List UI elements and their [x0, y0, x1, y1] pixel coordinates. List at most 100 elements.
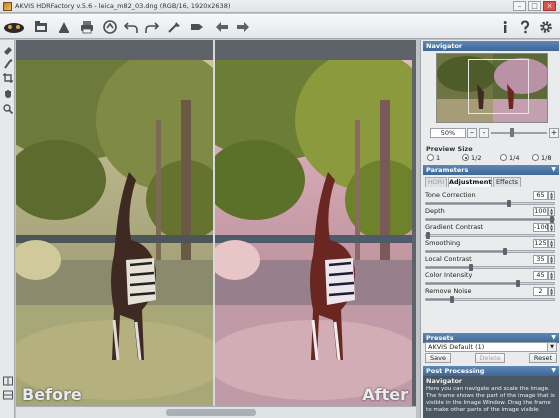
post-processing-title: Post Processing: [426, 367, 485, 375]
settings-icon[interactable]: [537, 18, 554, 35]
tab-adjustment[interactable]: Adjustment: [448, 177, 492, 187]
preset-reset-button[interactable]: Reset: [529, 353, 557, 363]
param-value-input[interactable]: -100: [533, 223, 549, 232]
zoom-out-button[interactable]: -: [479, 128, 489, 138]
zoom-slider[interactable]: [491, 132, 547, 134]
param-slider[interactable]: [425, 232, 555, 239]
hand-icon[interactable]: [1, 87, 14, 100]
param-spinner[interactable]: ▲ ▼: [548, 191, 555, 200]
image-window[interactable]: Before After: [16, 40, 416, 406]
param-slider-fill: [426, 203, 510, 204]
param-value-input[interactable]: 35: [533, 255, 548, 264]
tab-hdri[interactable]: HDRI: [425, 177, 447, 187]
param-spinner[interactable]: ▲ ▼: [548, 271, 555, 280]
info-icon[interactable]: [496, 18, 513, 35]
zoom-value[interactable]: 50%: [430, 128, 466, 138]
after-label: After: [362, 385, 408, 404]
param-label: Depth: [425, 207, 445, 215]
open-icon[interactable]: [32, 18, 49, 35]
param-slider[interactable]: [425, 296, 555, 303]
preset-selected: AKVIS Default (1): [428, 343, 485, 351]
param-slider[interactable]: [425, 248, 555, 255]
param-spinner[interactable]: ▲ ▼: [548, 255, 555, 264]
redo-icon[interactable]: [143, 18, 160, 35]
param-spinner[interactable]: ▲ ▼: [548, 207, 555, 216]
param-spinner[interactable]: ▲ ▼: [548, 287, 555, 296]
toolbar: [0, 14, 560, 39]
tab-effects[interactable]: Effects: [493, 177, 521, 187]
param-slider-knob[interactable]: [449, 296, 454, 303]
zoom-slider-thumb[interactable]: [510, 128, 515, 137]
app-logo-icon: [3, 18, 25, 35]
horizontal-scrollbar[interactable]: [16, 406, 416, 418]
preview-size-quarter-radio[interactable]: [500, 154, 507, 161]
navigator-header[interactable]: Navigator: [423, 41, 559, 51]
param-spinner[interactable]: ▲ ▼: [548, 223, 555, 232]
after-image: [215, 60, 412, 406]
scrollbar-thumb[interactable]: [166, 409, 256, 416]
preset-dropdown-icon[interactable]: ▼: [547, 343, 556, 351]
preview-size-1-radio[interactable]: [427, 154, 434, 161]
preview-size-half-radio[interactable]: [462, 154, 469, 161]
run-icon[interactable]: [166, 18, 183, 35]
close-button[interactable]: ×: [543, 1, 556, 11]
param-slider[interactable]: [425, 200, 555, 207]
param-slider-fill: [426, 299, 452, 300]
param-label: Remove Noise: [425, 287, 472, 295]
param-slider[interactable]: [425, 216, 555, 223]
help-icon[interactable]: [516, 18, 533, 35]
param-value-input[interactable]: 45: [533, 271, 548, 280]
preset-select[interactable]: AKVIS Default (1) ▼: [425, 342, 557, 352]
preview-size-quarter-label: 1/4: [509, 154, 520, 162]
post-processing-arrow-icon: ▼: [551, 367, 556, 374]
view-mode-icon[interactable]: [1, 374, 14, 387]
param-slider[interactable]: [425, 264, 555, 271]
post-processing-header[interactable]: Post Processing ▼: [423, 366, 559, 376]
param-slider-fill: [426, 219, 554, 220]
help-title: Navigator: [426, 377, 463, 385]
param-value-input[interactable]: 100: [533, 207, 548, 216]
help-box: Navigator Here you can navigate and scal…: [423, 376, 559, 418]
back-icon[interactable]: [213, 18, 230, 35]
navigator-frame[interactable]: [468, 59, 529, 114]
param-slider-knob[interactable]: [550, 216, 554, 223]
preview-size-1-label: 1: [436, 154, 441, 162]
forward-icon[interactable]: [234, 18, 251, 35]
param-slider[interactable]: [425, 280, 555, 287]
param-slider-knob[interactable]: [507, 200, 512, 207]
preset-delete-button[interactable]: Delete: [475, 353, 505, 363]
split-view-icon[interactable]: [1, 388, 14, 401]
preset-save-button[interactable]: Save: [425, 353, 451, 363]
param-spinner[interactable]: ▲ ▼: [548, 239, 555, 248]
parameter-tabs: HDRI Adjustment Effects: [425, 177, 557, 187]
param-value-input[interactable]: 65: [533, 191, 548, 200]
batch-icon[interactable]: [188, 18, 205, 35]
zoom-icon[interactable]: [1, 102, 14, 115]
param-slider-knob[interactable]: [503, 248, 508, 255]
zoom-dropdown[interactable]: –: [467, 128, 477, 138]
parameters-header[interactable]: Parameters ▼: [423, 165, 559, 175]
param-label: Gradient Contrast: [425, 223, 484, 231]
print-icon[interactable]: [78, 18, 95, 35]
param-slider-knob[interactable]: [516, 280, 521, 287]
brush-icon[interactable]: [1, 57, 14, 70]
minimize-button[interactable]: –: [513, 1, 526, 11]
collapse-arrow-icon: ▼: [551, 166, 556, 173]
undo-icon[interactable]: [122, 18, 139, 35]
navigator-title: Navigator: [426, 42, 463, 50]
preview-size-eighth-radio[interactable]: [532, 154, 539, 161]
eraser-icon[interactable]: [1, 43, 14, 56]
zoom-in-button[interactable]: +: [549, 128, 559, 138]
param-slider-knob[interactable]: [426, 232, 430, 239]
param-value-input[interactable]: 125: [533, 239, 548, 248]
param-label: Tone Correction: [425, 191, 476, 199]
split-divider[interactable]: [213, 40, 215, 406]
param-value-input[interactable]: 2: [533, 287, 548, 296]
param-slider-knob[interactable]: [468, 264, 473, 271]
crop-icon[interactable]: [1, 71, 14, 84]
navigator-preview[interactable]: [436, 53, 548, 123]
maximize-button[interactable]: □: [528, 1, 541, 11]
save-icon[interactable]: [55, 18, 72, 35]
share-icon[interactable]: [101, 18, 118, 35]
param-slider-fill: [426, 251, 506, 252]
